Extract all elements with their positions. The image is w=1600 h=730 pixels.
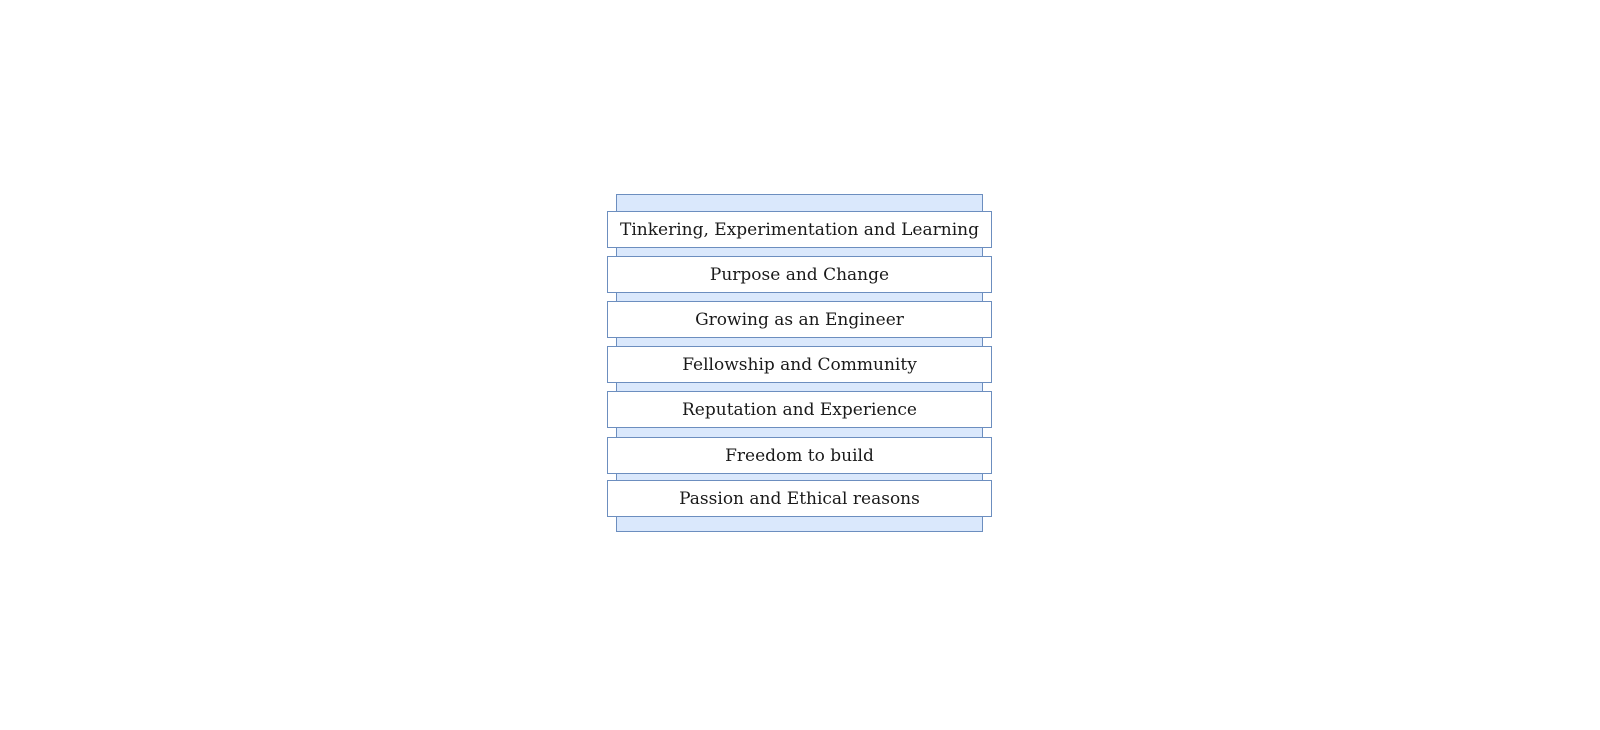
list-item-fellowship[interactable]: Fellowship and Community: [607, 346, 992, 383]
list-item-label: Tinkering, Experimentation and Learning: [620, 219, 979, 240]
list-item-label: Purpose and Change: [709, 264, 890, 285]
list-item-label: Growing as an Engineer: [695, 309, 904, 330]
list-item-passion[interactable]: Passion and Ethical reasons: [607, 480, 992, 517]
list-item-label: Passion and Ethical reasons: [679, 488, 920, 509]
list-item-growing[interactable]: Growing as an Engineer: [607, 301, 992, 338]
list-item-label: Freedom to build: [725, 445, 874, 466]
list-item-tinkering[interactable]: Tinkering, Experimentation and Learning: [607, 211, 992, 248]
list-item-freedom[interactable]: Freedom to build: [607, 437, 992, 474]
list-item-reputation[interactable]: Reputation and Experience: [607, 391, 992, 428]
list-item-label: Fellowship and Community: [682, 354, 917, 375]
list-item-label: Reputation and Experience: [682, 399, 917, 420]
list-item-purpose[interactable]: Purpose and Change: [607, 256, 992, 293]
